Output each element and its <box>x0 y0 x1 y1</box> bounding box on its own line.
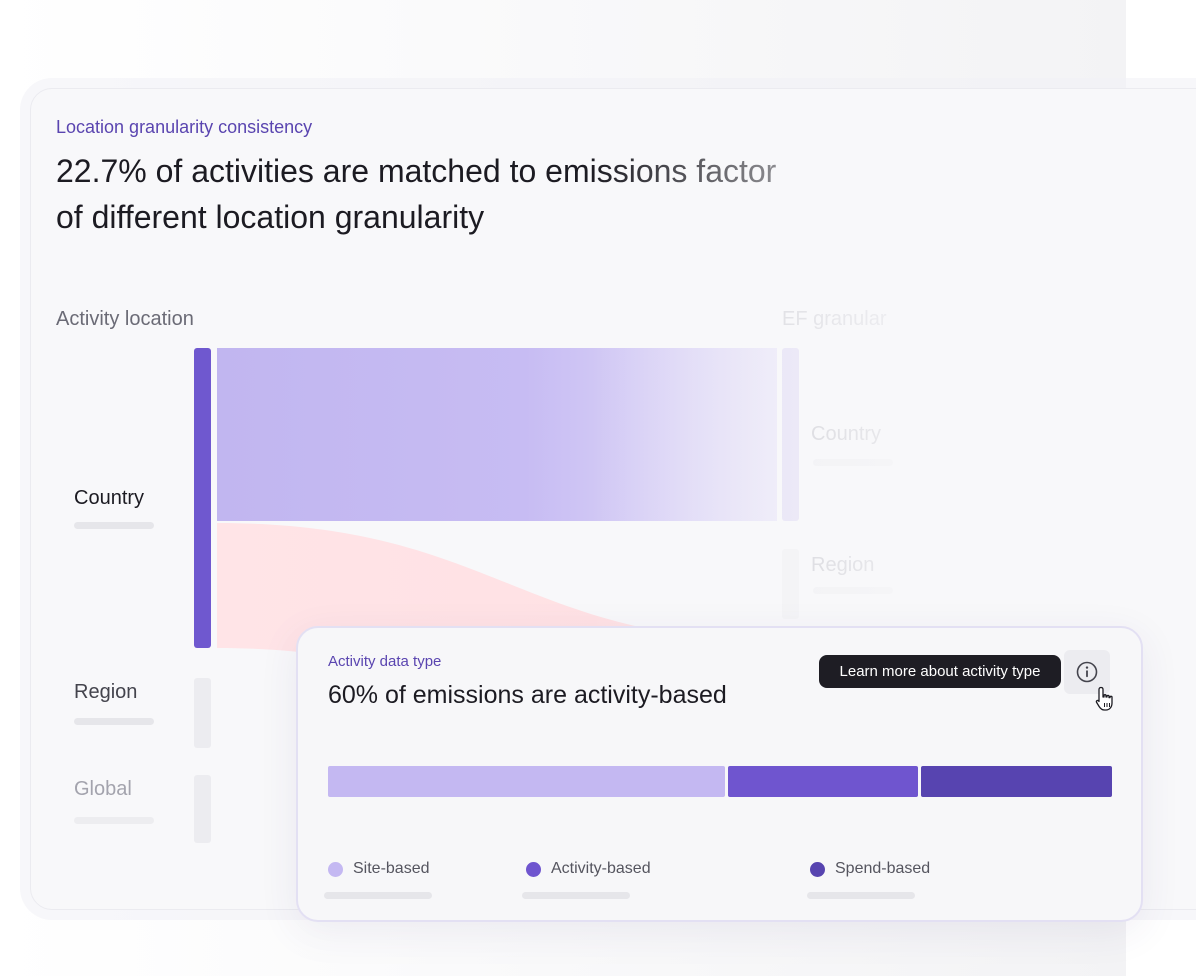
segment-spend-based[interactable] <box>921 766 1112 797</box>
card-headline: 22.7% of activities are matched to emiss… <box>56 153 777 235</box>
activity-data-type-card: Activity data type 60% of emissions are … <box>296 626 1143 922</box>
ef-node-region[interactable] <box>782 549 799 619</box>
activity-type-stacked-bar <box>328 766 1112 797</box>
skeleton-line <box>807 892 915 899</box>
legend-activity-based: Activity-based <box>526 860 651 878</box>
legend-dot <box>328 861 343 877</box>
legend-spend-based: Spend-based <box>810 860 930 878</box>
ef-label-country: Country <box>811 423 882 445</box>
skeleton-line <box>74 817 154 824</box>
skeleton-line <box>324 892 432 899</box>
ef-node-country[interactable] <box>782 348 799 521</box>
legend-dot <box>810 861 825 877</box>
node-global[interactable] <box>194 775 211 843</box>
activity-location-label: Activity location <box>56 308 194 330</box>
hand-pointer-icon <box>1095 686 1113 711</box>
legend-site-based: Site-based <box>328 860 430 878</box>
row-label-country: Country <box>74 487 145 509</box>
segment-site-based[interactable] <box>328 766 725 797</box>
skeleton-line <box>813 587 893 594</box>
activity-title: 60% of emissions are activity-based <box>328 681 727 709</box>
tooltip: Learn more about activity type <box>819 655 1061 688</box>
node-region[interactable] <box>194 678 211 748</box>
card-kicker: Location granularity consistency <box>56 117 313 137</box>
node-country[interactable] <box>194 348 211 648</box>
activity-kicker: Activity data type <box>328 653 442 670</box>
skeleton-line <box>522 892 630 899</box>
row-label-region: Region <box>74 681 138 703</box>
ef-label-region: Region <box>811 554 875 576</box>
flow-country-to-country[interactable] <box>217 348 777 521</box>
skeleton-line <box>813 459 893 466</box>
row-label-global: Global <box>74 778 132 800</box>
skeleton-line <box>74 522 154 529</box>
ef-granularity-label: EF granular <box>782 308 887 330</box>
info-icon <box>1076 661 1098 683</box>
skeleton-line <box>74 718 154 725</box>
segment-activity-based[interactable] <box>728 766 918 797</box>
legend-dot <box>526 861 541 877</box>
